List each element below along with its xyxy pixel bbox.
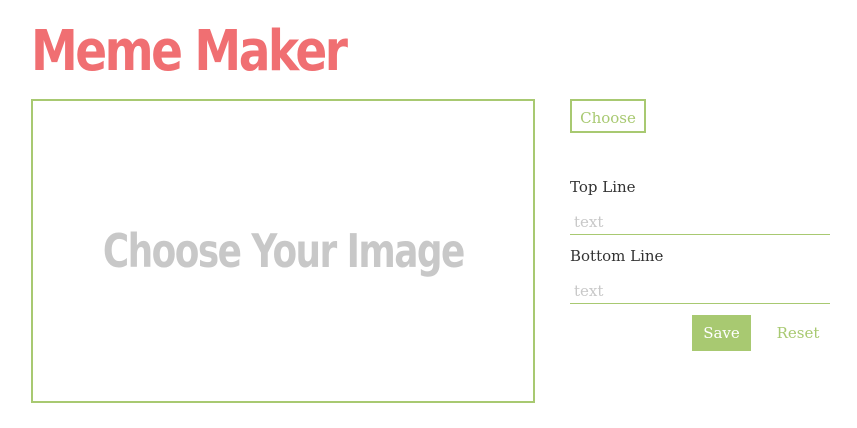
- bottom-line-input[interactable]: [570, 278, 830, 304]
- canvas-placeholder-wrapper: Choose Your Image: [33, 223, 533, 279]
- app-title: Meme Maker: [31, 19, 348, 84]
- save-button[interactable]: Save: [692, 315, 751, 351]
- top-line-input[interactable]: [570, 209, 830, 235]
- choose-image-button[interactable]: Choose: [570, 99, 646, 133]
- meme-canvas[interactable]: Choose Your Image: [31, 99, 535, 403]
- bottom-line-label: Bottom Line: [570, 247, 664, 265]
- reset-button[interactable]: Reset: [768, 315, 828, 351]
- canvas-placeholder-text: Choose Your Image: [102, 224, 465, 278]
- top-line-label: Top Line: [570, 178, 636, 196]
